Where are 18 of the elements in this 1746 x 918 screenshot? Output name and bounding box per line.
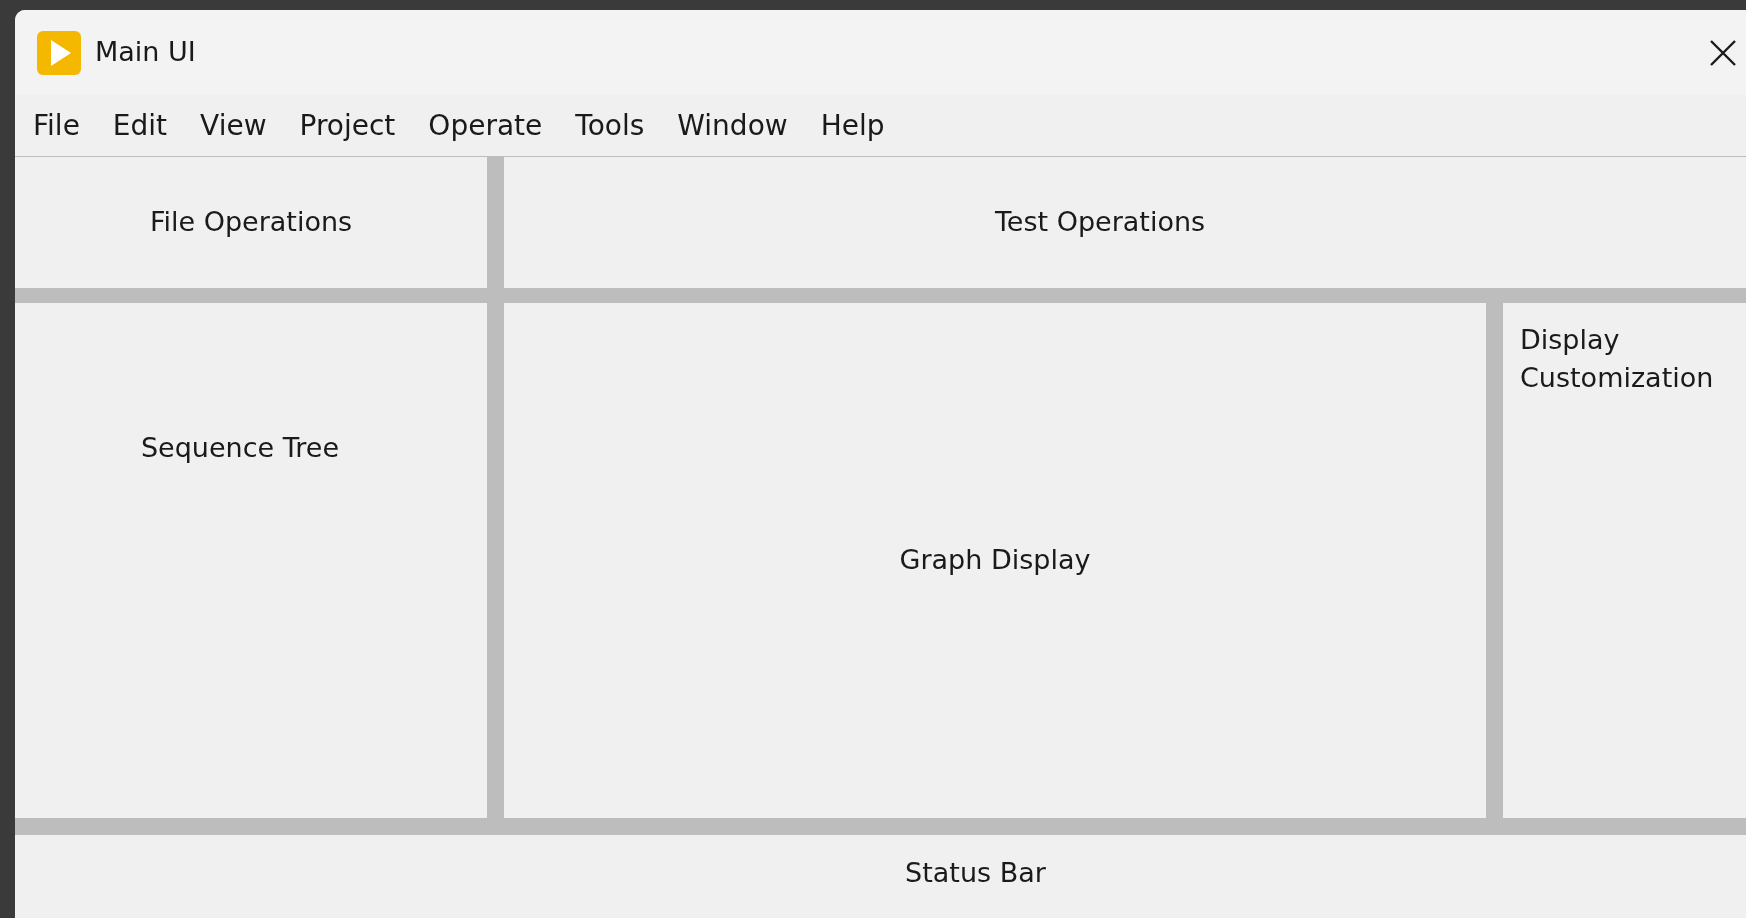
close-button[interactable] [1708, 37, 1738, 68]
status-text: Status Bar [905, 856, 1046, 891]
menu-item[interactable]: Window [677, 104, 788, 147]
menu-item[interactable]: Tools [575, 104, 645, 147]
close-icon [1708, 37, 1738, 68]
menu-item[interactable]: View [200, 104, 267, 147]
panel-label: File Operations [149, 205, 353, 240]
menu-item[interactable]: Help [820, 104, 885, 147]
app-icon [37, 30, 81, 75]
menu-item[interactable]: File [33, 104, 80, 147]
menu-item[interactable]: Project [299, 104, 396, 147]
menu-item[interactable]: Edit [112, 104, 168, 147]
menu-item[interactable]: Operate [428, 104, 543, 147]
panel-label: Graph Display [899, 543, 1091, 578]
panel-label: Sequence Tree [141, 431, 339, 465]
panel-label: Test Operations [994, 205, 1206, 240]
window-title: Main UI [95, 35, 196, 70]
panel-label: Display Customization [1520, 323, 1715, 395]
